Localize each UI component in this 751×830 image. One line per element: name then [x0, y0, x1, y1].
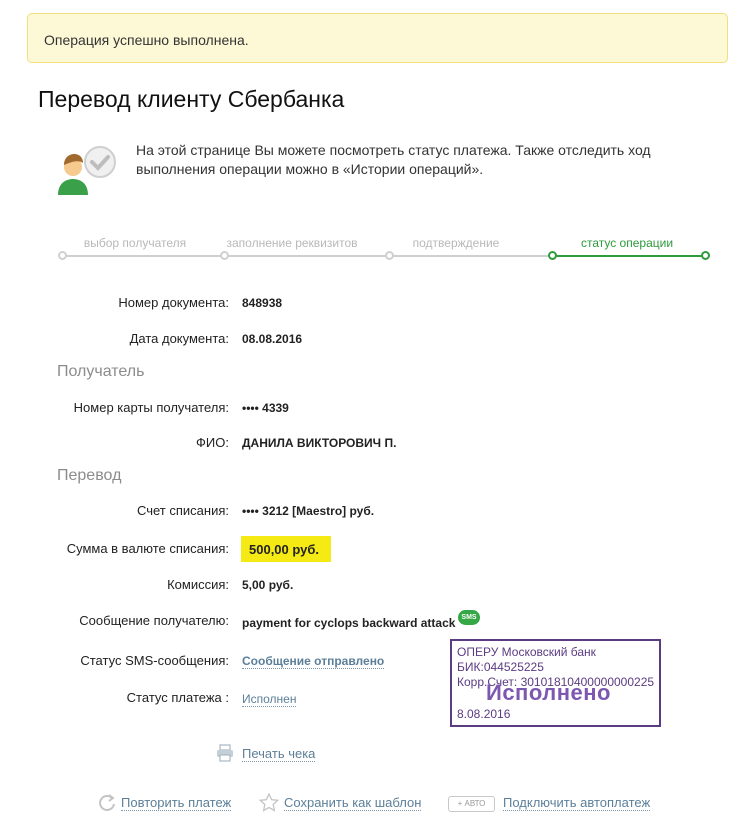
repeat-icon: [97, 793, 117, 818]
step-dot: [220, 251, 229, 260]
step-fill-details: заполнение реквизитов: [226, 236, 358, 250]
step-dot: [58, 251, 67, 260]
progress-line: [62, 255, 552, 257]
success-notice: Операция успешно выполнена.: [27, 13, 728, 63]
fee-label: Комиссия:: [167, 577, 229, 592]
message-value: payment for cyclops backward attack: [242, 616, 456, 630]
success-notice-text: Операция успешно выполнена.: [44, 32, 249, 48]
progress-steps: выбор получателя заполнение реквизитов п…: [58, 232, 712, 264]
fee-value: 5,00 руб.: [242, 578, 294, 592]
amount-label: Сумма в валюте списания:: [66, 541, 229, 556]
user-status-icon: [55, 145, 125, 197]
save-template-label[interactable]: Сохранить как шаблон: [284, 795, 422, 811]
auto-icon: + АВТО: [448, 796, 495, 812]
step-dot: [385, 251, 394, 260]
recipient-name-value: ДАНИЛА ВИКТОРОВИЧ П.: [242, 436, 397, 450]
recipient-section-title: Получатель: [57, 363, 145, 380]
step-dot-active: [548, 251, 557, 260]
recipient-name-label: ФИО:: [196, 435, 229, 450]
progress-line-active: [552, 255, 706, 257]
stamp-line-2: БИК:044525225: [457, 660, 544, 674]
autopay-label[interactable]: Подключить автоплатеж: [503, 795, 651, 811]
payment-status-link[interactable]: Исполнен: [242, 692, 297, 707]
stamp-date: 8.08.2016: [457, 707, 511, 721]
debit-account-value: •••• 3212 [Maestro] руб.: [242, 504, 375, 518]
doc-number-label: Номер документа:: [118, 295, 229, 310]
sms-status-label: Статус SMS-сообщения:: [80, 653, 229, 668]
sms-icon: SMS: [458, 610, 480, 625]
card-number-value: •••• 4339: [242, 401, 289, 415]
payment-status-label: Статус платежа :: [126, 690, 229, 705]
doc-date-label: Дата документа:: [129, 331, 229, 346]
intro-text: На этой странице Вы можете посмотреть ст…: [136, 142, 651, 177]
debit-account-label: Счет списания:: [136, 503, 229, 518]
bank-stamp: ОПЕРУ Московский банк БИК:044525225 Корр…: [450, 639, 661, 727]
doc-number-value: 848938: [242, 296, 283, 310]
stamp-line-1: ОПЕРУ Московский банк: [457, 645, 596, 659]
printer-icon: [216, 744, 234, 762]
page-title: Перевод клиенту Сбербанка: [38, 86, 345, 112]
repeat-payment-label[interactable]: Повторить платеж: [121, 795, 232, 811]
stamp-executed: Исполнено: [486, 680, 611, 705]
message-label: Сообщение получателю:: [79, 613, 229, 628]
card-number-label: Номер карты получателя:: [73, 400, 229, 415]
step-status: статус операции: [580, 236, 674, 250]
sms-status-link[interactable]: Сообщение отправлено: [242, 654, 385, 669]
step-select-recipient: выбор получателя: [83, 236, 187, 250]
step-dot-end: [701, 251, 710, 260]
transfer-section-title: Перевод: [57, 467, 122, 484]
amount-value: 500,00 руб.: [241, 536, 331, 562]
print-receipt-label[interactable]: Печать чека: [242, 746, 316, 762]
star-icon: [258, 792, 280, 818]
step-confirm: подтверждение: [412, 236, 500, 250]
doc-date-value: 08.08.2016: [242, 332, 303, 346]
